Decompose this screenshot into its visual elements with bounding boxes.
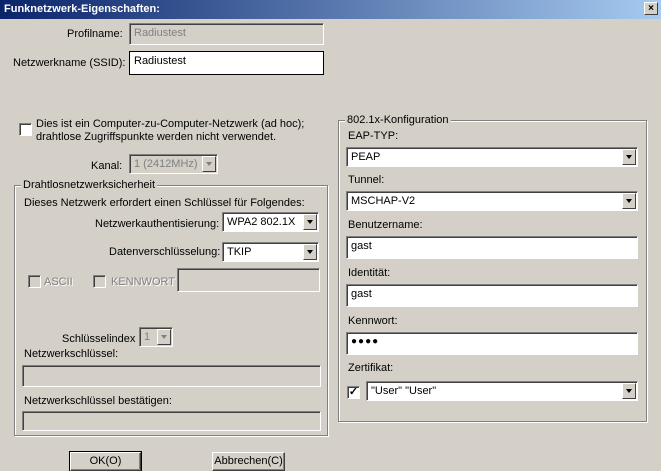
key-index-select: 1 bbox=[139, 327, 173, 347]
profile-name-field: Radiustest bbox=[129, 23, 324, 45]
security-legend: Drahtlosnetzwerksicherheit bbox=[21, 179, 158, 191]
kennwort-label: KENNWORT bbox=[111, 276, 175, 288]
chevron-down-icon[interactable] bbox=[622, 193, 636, 209]
network-key-field bbox=[22, 365, 321, 387]
ascii-label: ASCII bbox=[44, 276, 73, 288]
adhoc-checkbox[interactable] bbox=[19, 123, 32, 136]
kennwort-checkbox bbox=[93, 275, 106, 288]
security-intro: Dieses Netzwerk erfordert einen Schlüsse… bbox=[24, 197, 305, 209]
chevron-down-icon bbox=[157, 329, 171, 345]
password-label: Kennwort: bbox=[348, 315, 398, 327]
tunnel-label: Tunnel: bbox=[348, 174, 385, 186]
certificate-value: "User" "User" bbox=[371, 385, 437, 397]
chevron-down-icon bbox=[202, 156, 216, 172]
adhoc-label-line2: drahtlose Zugriffspunkte werden nicht ve… bbox=[36, 131, 277, 143]
identity-label: Identität: bbox=[348, 267, 391, 279]
ok-button[interactable]: OK(O) bbox=[69, 451, 142, 471]
chevron-down-icon[interactable] bbox=[303, 214, 317, 230]
tunnel-value: MSCHAP-V2 bbox=[351, 195, 416, 207]
key-index-label: Schlüsselindex bbox=[62, 333, 136, 345]
encryption-label: Datenverschlüsselung: bbox=[109, 246, 221, 258]
chevron-down-icon[interactable] bbox=[622, 149, 636, 165]
ascii-checkbox bbox=[28, 275, 41, 288]
title-bar: Funknetzwerk-Eigenschaften: × bbox=[0, 0, 661, 19]
encryption-select[interactable]: TKIP bbox=[222, 242, 319, 262]
channel-value: 1 (2412MHz) bbox=[134, 158, 198, 170]
network-key-confirm-field bbox=[22, 411, 321, 431]
password-input[interactable]: ●●●● bbox=[346, 332, 638, 355]
profile-name-label: Profilname: bbox=[67, 28, 123, 40]
cancel-button[interactable]: Abbrechen(C) bbox=[212, 452, 285, 471]
network-key-confirm-label: Netzwerkschlüssel bestätigen: bbox=[24, 395, 172, 407]
username-input[interactable]: gast bbox=[346, 236, 638, 259]
close-icon[interactable]: × bbox=[644, 2, 658, 15]
certificate-label: Zertifikat: bbox=[348, 362, 394, 374]
kennwort-field bbox=[177, 268, 320, 292]
username-label: Benutzername: bbox=[348, 219, 423, 231]
ssid-input[interactable]: Radiustest bbox=[129, 51, 324, 75]
key-index-value: 1 bbox=[144, 331, 151, 343]
identity-input[interactable]: gast bbox=[346, 284, 638, 307]
ssid-label: Netzwerkname (SSID): bbox=[13, 57, 126, 69]
auth-label: Netzwerkauthentisierung: bbox=[95, 218, 220, 230]
window-title: Funknetzwerk-Eigenschaften: bbox=[4, 3, 160, 15]
tunnel-select[interactable]: MSCHAP-V2 bbox=[346, 191, 638, 211]
chevron-down-icon[interactable] bbox=[622, 383, 636, 399]
certificate-select[interactable]: "User" "User" bbox=[366, 381, 638, 401]
channel-label: Kanal: bbox=[91, 160, 123, 172]
encryption-value: TKIP bbox=[227, 246, 252, 258]
auth-select[interactable]: WPA2 802.1X bbox=[222, 212, 319, 232]
network-key-label: Netzwerkschlüssel: bbox=[24, 348, 119, 360]
auth-value: WPA2 802.1X bbox=[227, 216, 296, 228]
eap-type-value: PEAP bbox=[351, 151, 381, 163]
adhoc-label-line1: Dies ist ein Computer-zu-Computer-Netzwe… bbox=[36, 118, 305, 130]
dot1x-legend: 802.1x-Konfiguration bbox=[345, 114, 451, 126]
eap-type-select[interactable]: PEAP bbox=[346, 147, 638, 167]
chevron-down-icon[interactable] bbox=[303, 244, 317, 260]
certificate-checkbox[interactable]: ✓ bbox=[347, 386, 360, 399]
channel-select: 1 (2412MHz) bbox=[129, 154, 218, 174]
eap-type-label: EAP-TYP: bbox=[348, 130, 399, 142]
